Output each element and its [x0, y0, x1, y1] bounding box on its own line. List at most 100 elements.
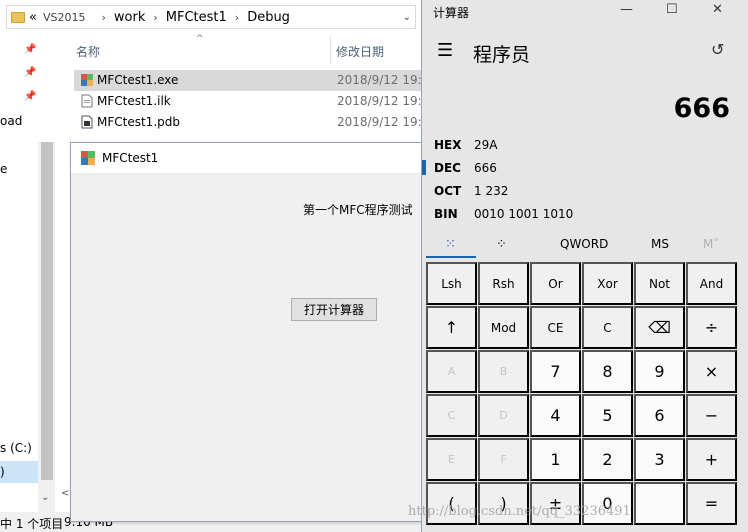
file-name: MFCtest1.exe: [97, 73, 179, 87]
pin-icon[interactable]: 📌: [24, 44, 36, 55]
column-name[interactable]: 名称: [76, 43, 100, 60]
key-9-button[interactable]: 9: [634, 350, 685, 393]
radix-row-dec[interactable]: DEC 666: [422, 157, 748, 179]
key-decimal-button[interactable]: [634, 482, 685, 525]
dialog-title: MFCtest1: [102, 151, 159, 165]
breadcrumb-vs2015[interactable]: VS2015: [43, 11, 86, 24]
chevron-right-icon[interactable]: ›: [101, 11, 105, 24]
full-keypad-icon[interactable]: ⁙: [445, 237, 456, 252]
hamburger-menu-icon[interactable]: ☰: [437, 40, 453, 61]
file-icon: [81, 115, 93, 129]
pin-icon[interactable]: 📌: [24, 67, 36, 78]
radix-value: 0010 1001 1010: [474, 207, 574, 221]
key-hex-a-button[interactable]: A: [426, 350, 477, 393]
minimize-icon[interactable]: —: [620, 2, 633, 17]
radix-value: 29A: [474, 138, 498, 152]
key-xor-button[interactable]: Xor: [582, 262, 633, 305]
key-hex-f-button[interactable]: F: [478, 438, 529, 481]
key-clear-entry-button[interactable]: CE: [530, 306, 581, 349]
key-lsh-button[interactable]: Lsh: [426, 262, 477, 305]
file-row[interactable]: MFCtest1.ilk 2018/9/12 19:5: [74, 91, 430, 112]
history-icon[interactable]: ↺: [711, 40, 724, 59]
key-mod-button[interactable]: Mod: [478, 306, 529, 349]
sort-ascending-icon: ^: [196, 34, 204, 44]
mfc-dialog-window: MFCtest1 第一个MFC程序测试 打开计算器 <: [61, 142, 430, 522]
column-date-modified[interactable]: 修改日期: [336, 43, 384, 60]
key-hex-e-button[interactable]: E: [426, 438, 477, 481]
key-hex-b-button[interactable]: B: [478, 350, 529, 393]
key-2-button[interactable]: 2: [582, 438, 633, 481]
chevron-right-icon[interactable]: ›: [235, 11, 239, 24]
column-divider[interactable]: [330, 36, 331, 64]
scroll-down-icon[interactable]: ⌄: [41, 492, 49, 503]
breadcrumb-debug[interactable]: Debug: [247, 10, 290, 25]
key-not-button[interactable]: Not: [634, 262, 685, 305]
key-7-button[interactable]: 7: [530, 350, 581, 393]
calculator-title-bar[interactable]: 计算器 — ☐ ✕: [422, 0, 748, 24]
nav-item-selected[interactable]: [0, 461, 38, 483]
key-and-button[interactable]: And: [686, 262, 737, 305]
maximize-icon[interactable]: ☐: [666, 2, 678, 17]
key-hex-d-button[interactable]: D: [478, 394, 529, 437]
file-row[interactable]: MFCtest1.pdb 2018/9/12 19:5: [74, 112, 430, 133]
key-divide-button[interactable]: ÷: [686, 306, 737, 349]
breadcrumb-mfctest1[interactable]: MFCtest1: [166, 10, 227, 25]
key-multiply-button[interactable]: ×: [686, 350, 737, 393]
calculator-window: 计算器 — ☐ ✕ ☰ 程序员 ↺ 666 HEX 29A DEC 666 OC…: [421, 0, 748, 532]
radix-row-bin[interactable]: BIN 0010 1001 1010: [422, 203, 748, 225]
open-calculator-button[interactable]: 打开计算器: [291, 298, 377, 321]
key-8-button[interactable]: 8: [582, 350, 633, 393]
nav-item-drive-c[interactable]: s (C:): [0, 441, 32, 455]
vertical-scrollbar[interactable]: ⌄: [38, 142, 55, 512]
close-icon[interactable]: ✕: [712, 2, 723, 17]
memory-store-button[interactable]: MS: [651, 237, 669, 251]
key-clear-button[interactable]: C: [582, 306, 633, 349]
radix-row-oct[interactable]: OCT 1 232: [422, 180, 748, 202]
keypad-mode-bar: ⁙ ⁘ QWORD MS M˅: [426, 232, 746, 258]
file-date: 2018/9/12 19:5: [337, 73, 430, 87]
breadcrumb-work[interactable]: work: [114, 10, 145, 25]
key-minus-button[interactable]: −: [686, 394, 737, 437]
key-5-button[interactable]: 5: [582, 394, 633, 437]
calculator-display: 666: [673, 93, 730, 124]
dialog-title-bar[interactable]: MFCtest1: [71, 143, 429, 173]
chevron-right-icon[interactable]: ›: [153, 11, 157, 24]
radix-label: HEX: [434, 138, 462, 152]
key-1-button[interactable]: 1: [530, 438, 581, 481]
key-equals-button[interactable]: =: [686, 482, 737, 525]
key-6-button[interactable]: 6: [634, 394, 685, 437]
key-or-button[interactable]: Or: [530, 262, 581, 305]
memory-view-button[interactable]: M˅: [703, 237, 719, 251]
scrollbar-thumb[interactable]: [41, 142, 53, 480]
key-4-button[interactable]: 4: [530, 394, 581, 437]
chevron-down-icon[interactable]: ⌄: [403, 12, 411, 23]
radix-label: BIN: [434, 207, 458, 221]
breadcrumb-overflow[interactable]: «: [29, 10, 37, 25]
radix-label: DEC: [434, 161, 461, 175]
nav-item[interactable]: e: [0, 162, 7, 176]
file-date: 2018/9/12 19:5: [337, 115, 430, 129]
active-radix-indicator: [422, 160, 426, 175]
key-rsh-button[interactable]: Rsh: [478, 262, 529, 305]
bit-toggle-keypad-icon[interactable]: ⁘: [496, 237, 507, 252]
application-icon: [81, 74, 93, 86]
file-name: MFCtest1.pdb: [97, 115, 180, 129]
pin-icon[interactable]: 📌: [24, 91, 36, 102]
nav-item-downloads[interactable]: oad: [0, 114, 22, 128]
key-up-button[interactable]: ↑: [426, 306, 477, 349]
folder-icon: [11, 11, 25, 23]
radix-row-hex[interactable]: HEX 29A: [422, 134, 748, 156]
word-size-button[interactable]: QWORD: [560, 237, 608, 251]
radix-value: 1 232: [474, 184, 509, 198]
key-3-button[interactable]: 3: [634, 438, 685, 481]
file-row[interactable]: MFCtest1.exe 2018/9/12 19:5: [74, 70, 430, 91]
address-bar[interactable]: « VS2015 › work › MFCtest1 › Debug ⌄: [6, 5, 416, 29]
nav-item-drive[interactable]: ): [0, 465, 5, 479]
file-name: MFCtest1.ilk: [97, 94, 171, 108]
key-plus-button[interactable]: +: [686, 438, 737, 481]
key-hex-c-button[interactable]: C: [426, 394, 477, 437]
scroll-left-icon[interactable]: <: [61, 488, 69, 499]
calculator-mode-title: 程序员: [473, 44, 531, 66]
key-backspace-button[interactable]: ⌫: [634, 306, 685, 349]
radix-label: OCT: [434, 184, 462, 198]
